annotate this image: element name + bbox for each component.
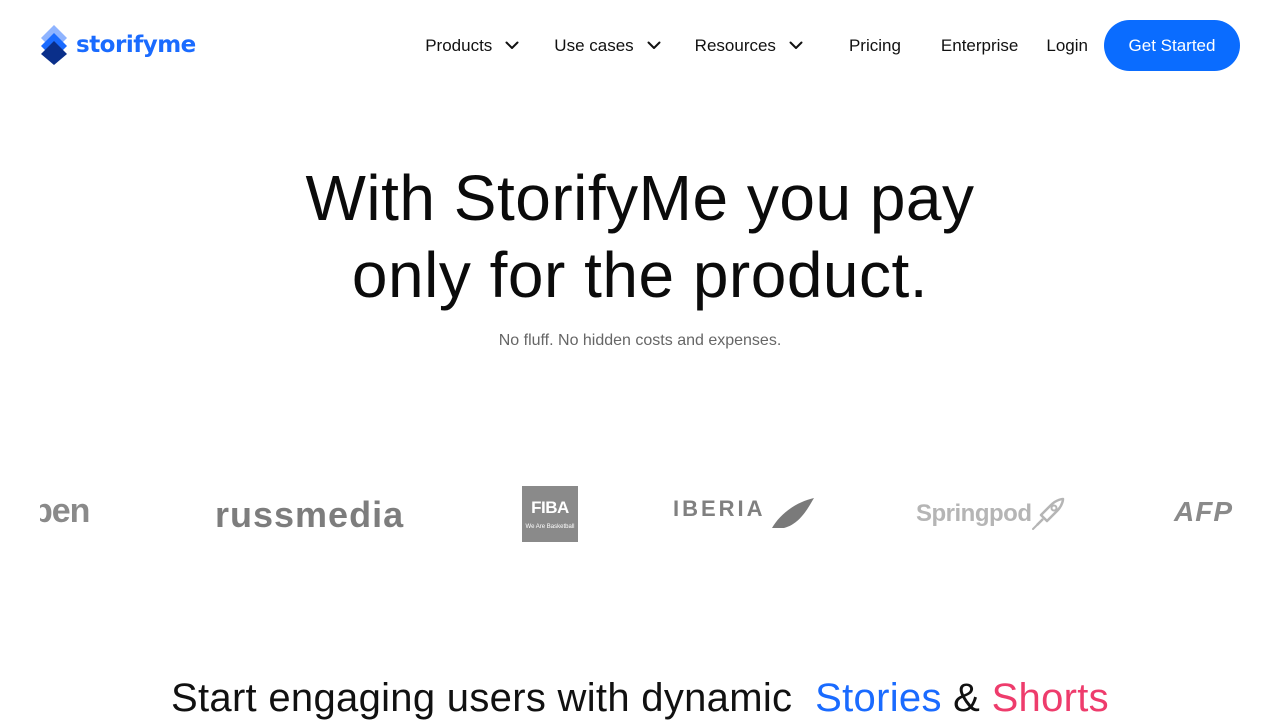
login-link[interactable]: Login — [1046, 36, 1088, 56]
storifyme-logo[interactable]: storifyme — [40, 25, 196, 65]
chevron-down-icon — [505, 41, 519, 49]
engage-heading-prefix: Start engaging users with dynamic — [171, 676, 793, 720]
customer-logo-open: pen — [40, 492, 90, 530]
site-header: storifyme Products Use cases Resources P… — [0, 0, 1280, 92]
engage-ampersand: & — [953, 676, 981, 720]
nav-enterprise[interactable]: Enterprise — [941, 36, 1018, 56]
customer-logos-strip: pen russmedia FIBA We Are Basketball IBE… — [40, 480, 1240, 550]
customer-logo-springpod: Springpod — [916, 495, 1067, 533]
engage-heading: Start engaging users with dynamic Storie… — [0, 676, 1280, 721]
nav-use-cases[interactable]: Use cases — [554, 35, 661, 56]
customer-logo-iberia: IBERIA — [673, 496, 816, 530]
chevron-down-icon — [647, 41, 661, 49]
get-started-button[interactable]: Get Started — [1104, 20, 1240, 71]
rocket-icon — [1032, 497, 1065, 530]
nav-products[interactable]: Products — [425, 36, 519, 56]
iberia-wing-icon — [771, 498, 814, 528]
hero-title: With StorifyMe you pay only for the prod… — [0, 160, 1280, 314]
main-nav: Products Use cases Resources Pricing Ent… — [425, 20, 1240, 71]
hero-title-line-2: only for the product. — [351, 239, 929, 311]
fiba-wordmark: FIBA — [531, 498, 569, 517]
chevron-down-icon — [789, 41, 803, 49]
springpod-wordmark: Springpod — [916, 500, 1032, 527]
customer-logo-russmedia: russmedia — [215, 494, 405, 535]
nav-use-cases-label: Use cases — [554, 35, 634, 55]
nav-pricing[interactable]: Pricing — [849, 36, 901, 56]
nav-resources[interactable]: Resources — [695, 36, 803, 56]
iberia-wordmark: IBERIA — [673, 496, 766, 521]
fiba-tagline: We Are Basketball — [525, 524, 575, 530]
customer-logo-afp: AFP — [1174, 496, 1233, 527]
nav-resources-label: Resources — [694, 35, 776, 55]
brand-name: storifyme — [76, 32, 196, 58]
hero-subtitle: No fluff. No hidden costs and expenses. — [498, 332, 782, 349]
engage-stories-word: Stories — [815, 676, 942, 720]
storifyme-logo-icon — [41, 25, 67, 65]
customer-logo-fiba: FIBA We Are Basketball — [522, 486, 578, 542]
hero-title-line-1: With StorifyMe you pay — [305, 162, 975, 234]
engage-shorts-word: Shorts — [991, 676, 1109, 720]
nav-products-label: Products — [425, 35, 493, 55]
